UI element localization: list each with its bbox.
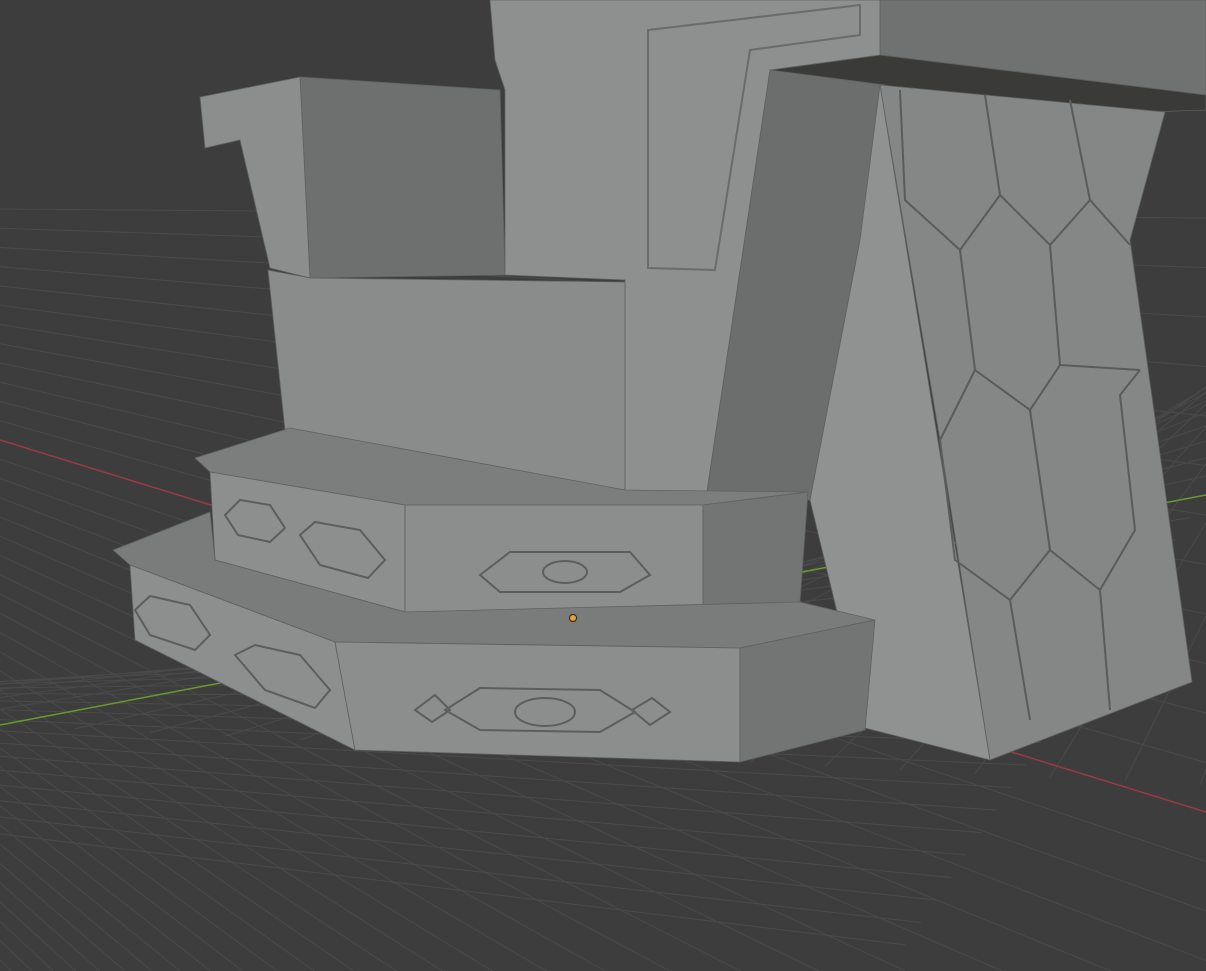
step-2-front [334,641,741,763]
grid-line [0,800,937,901]
grid-line [0,816,922,923]
object-origin-dot[interactable] [569,614,577,622]
grid-line [0,901,77,971]
grid-line [0,784,952,878]
left-arm-side [299,76,506,279]
viewport-canvas[interactable] [0,0,1206,971]
step-1-right [702,491,809,621]
grid-line [0,728,355,971]
grid-line [0,805,211,971]
grid-line [0,755,982,833]
grid-line [1199,768,1206,786]
throne-model[interactable] [112,0,1206,763]
grid-line [0,863,126,971]
grid-line [0,940,33,971]
left-arm-front [199,76,311,279]
grid-line [0,709,397,971]
grid-line [0,786,244,971]
grid-line [0,920,54,971]
grid-line [0,959,12,971]
grid-line [0,824,181,971]
grid-line [0,882,101,971]
3d-viewport[interactable] [0,0,1206,971]
